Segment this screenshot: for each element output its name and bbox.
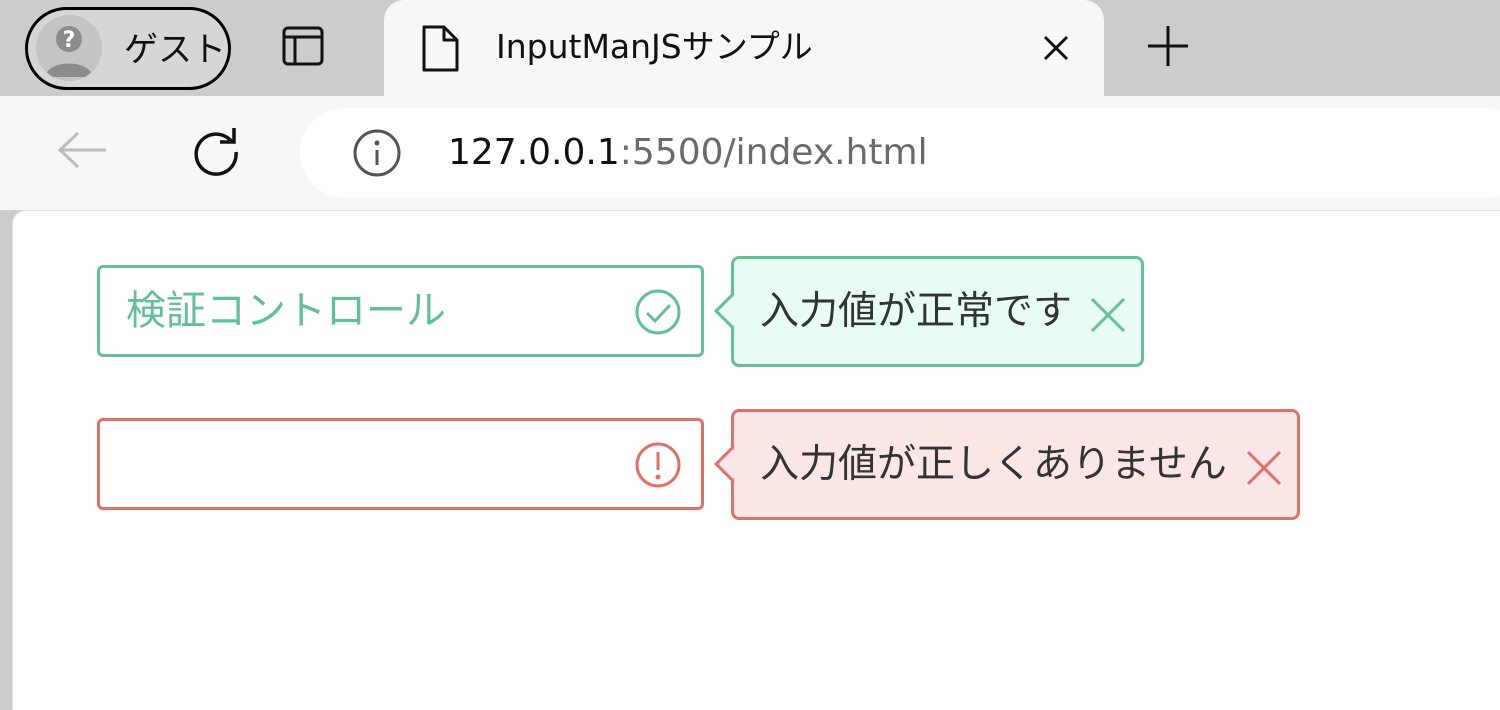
sidebar-layout-icon <box>281 24 325 72</box>
validation-tooltip-valid: 入力値が正常です <box>714 256 1144 367</box>
tooltip-arrow <box>714 294 748 328</box>
validation-message: 入力値が正常です <box>760 289 1073 334</box>
url-path: :5500/index.html <box>619 132 928 173</box>
page-content: 検証コントロール 入力値が正常です 入力値が正しくありません <box>12 210 1500 710</box>
tab-actions-button[interactable] <box>270 20 336 76</box>
validated-input-valid[interactable]: 検証コントロール <box>97 265 704 357</box>
page-icon <box>420 24 460 78</box>
svg-text:?: ? <box>63 28 76 53</box>
arrow-left-icon <box>56 130 108 174</box>
validation-tooltip-invalid: 入力値が正しくありません <box>714 409 1300 520</box>
profile-button[interactable]: ? ゲスト <box>25 7 231 90</box>
reload-icon <box>190 124 242 180</box>
close-icon[interactable] <box>1244 448 1284 488</box>
input-value: 検証コントロール <box>126 288 446 334</box>
url-host: 127.0.0.1 <box>448 132 620 173</box>
info-icon[interactable] <box>352 128 402 178</box>
close-icon[interactable] <box>1088 295 1128 335</box>
reload-button[interactable] <box>186 124 246 180</box>
url-text[interactable]: 127.0.0.1:5500/index.html <box>448 130 928 176</box>
plus-icon <box>1146 24 1190 72</box>
guest-avatar-icon: ? <box>36 15 102 81</box>
back-button[interactable] <box>52 126 112 178</box>
validation-message: 入力値が正しくありません <box>760 442 1227 487</box>
tab-strip: ? ゲスト InputManJSサンプル <box>0 0 1500 96</box>
exclamation-circle-icon <box>634 441 682 489</box>
check-circle-icon <box>634 288 682 336</box>
tab-close-button[interactable] <box>1036 30 1076 70</box>
tab-active[interactable]: InputManJSサンプル <box>384 0 1104 96</box>
profile-name: ゲスト <box>124 30 226 70</box>
new-tab-button[interactable] <box>1140 20 1196 76</box>
navigation-toolbar: 127.0.0.1:5500/index.html <box>0 96 1500 210</box>
tooltip-arrow <box>714 447 748 481</box>
validated-input-invalid[interactable] <box>97 418 704 510</box>
address-bar[interactable]: 127.0.0.1:5500/index.html <box>300 108 1500 198</box>
close-icon <box>1041 33 1071 67</box>
tab-title: InputManJSサンプル <box>496 27 813 66</box>
